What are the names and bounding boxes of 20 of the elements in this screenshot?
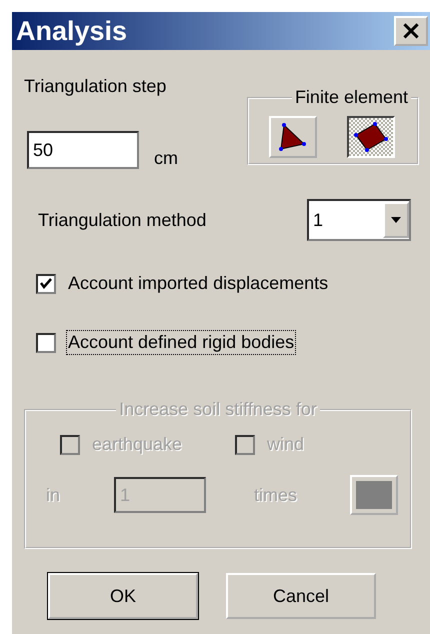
- quad-element-button[interactable]: [347, 116, 395, 158]
- unit-label: cm: [154, 148, 178, 169]
- field-label: Triangulation step: [24, 76, 168, 97]
- cancel-button[interactable]: Cancel: [226, 573, 376, 619]
- checkbox-label[interactable]: Account imported displacements: [68, 273, 328, 294]
- field-label: Triangulation method: [38, 210, 208, 230]
- triangle-element-button[interactable]: [269, 116, 317, 158]
- dropdown-arrow-icon: [391, 217, 401, 223]
- triangle-icon: [278, 122, 308, 152]
- checkbox-label[interactable]: Account defined rigid bodies: [68, 332, 294, 353]
- method-dropdown[interactable]: 1: [307, 199, 411, 241]
- checkmark-icon: [40, 278, 52, 289]
- checkbox[interactable]: [36, 332, 56, 352]
- quad-icon: [354, 122, 388, 152]
- group-title: Finite element: [294, 87, 409, 108]
- window-title: Analysis: [16, 16, 128, 46]
- step-field[interactable]: 50: [27, 131, 139, 169]
- checkbox[interactable]: [36, 274, 56, 294]
- ok-button[interactable]: OK: [48, 573, 198, 619]
- close-button[interactable]: ×: [394, 16, 428, 46]
